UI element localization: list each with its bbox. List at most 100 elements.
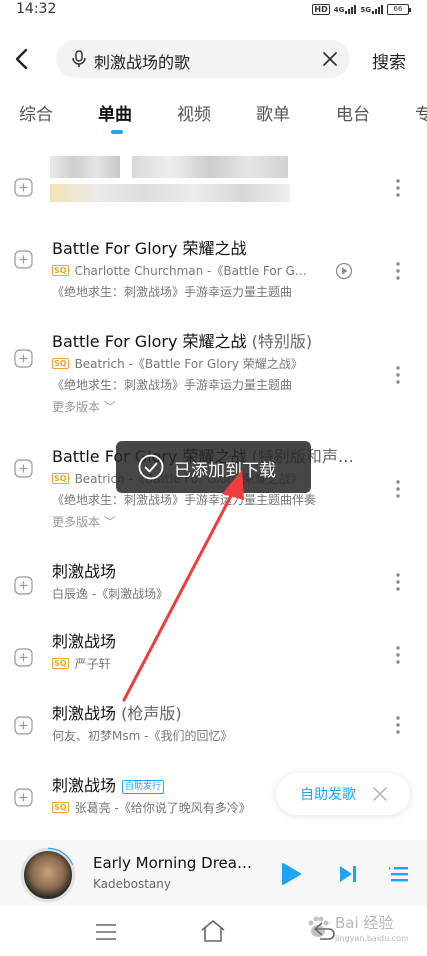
player-track-title: Early Morning Drea… [93,854,252,872]
list-item-blurred[interactable] [0,150,427,230]
tab-songs[interactable]: 单曲 [98,100,132,125]
back-icon[interactable] [312,920,336,942]
menu-icon[interactable] [94,922,118,942]
sq-badge: SQ [52,358,69,369]
tab-albums[interactable]: 专 [415,100,427,125]
song-subtitle: 《绝地求生：刺激战场》手游幸运力量主题曲伴奏 [52,493,317,507]
signal-5g-label: 5G [360,6,371,14]
download-toast: 已添加到下载 [116,441,311,493]
more-options-icon[interactable] [390,645,406,665]
back-arrow-icon[interactable] [10,46,36,72]
song-title: Battle For Glory 荣耀之战 (特别版) [52,328,312,352]
song-artist-album: 张葛亮 -《给你说了晚风有多冷》 [74,801,251,815]
song-artist-album: 严子轩 [74,657,111,671]
song-row[interactable]: Battle For Glory 荣耀之战 (特别版) SQ Beatrich … [0,325,427,435]
video-play-icon[interactable] [335,262,353,280]
search-input[interactable]: 刺激战场的歌 [94,49,314,73]
song-meta: SQ 张葛亮 -《给你说了晚风有多冷》 [52,799,251,816]
toast-message: 已添加到下载 [174,461,276,481]
search-box[interactable]: 刺激战场的歌 [56,40,350,78]
more-options-icon[interactable] [390,572,406,592]
battery-icon: 66 [387,4,411,15]
more-versions-link[interactable]: 更多版本 ﹀ [52,398,116,415]
song-subtitle: 《绝地求生：刺激战场》手游幸运力量主题曲 [52,378,293,392]
song-artist-album: Beatrich -《Battle For Glory 荣耀之战》 [74,357,303,371]
tab-videos[interactable]: 视频 [177,100,211,125]
song-artist-album: 何友、初梦Msm -《我们的回忆》 [52,729,233,743]
album-art[interactable] [22,849,74,901]
add-icon[interactable] [14,250,33,269]
system-nav-bar [0,906,427,956]
song-row[interactable]: 刺激战场 SQ 严子轩 [0,628,427,696]
sq-badge: SQ [52,802,69,813]
tab-comprehensive[interactable]: 综合 [19,100,53,125]
more-options-icon[interactable] [390,261,406,281]
add-icon[interactable] [14,788,33,807]
tab-playlists[interactable]: 歌单 [256,100,290,125]
search-header: 刺激战场的歌 搜索 [0,38,427,80]
more-options-icon[interactable] [390,365,406,385]
song-title-main: Battle For Glory 荣耀之战 [52,332,247,351]
status-bar: 14:32 HD 4G 5G 66 [0,0,427,22]
signal-5g-icon: 5G [360,5,383,14]
song-title: Battle For Glory 荣耀之战 [52,239,247,258]
chevron-down-icon: ﹀ [103,515,116,529]
more-versions-link[interactable]: 更多版本 ﹀ [52,513,116,530]
more-options-icon[interactable] [390,479,406,499]
search-button[interactable]: 搜索 [372,48,406,73]
active-tab-indicator [111,130,123,134]
result-tabs: 综合 单曲 视频 歌单 电台 专 [0,100,427,134]
song-row[interactable]: 刺激战场 白辰逸 -《刺激战场》 [0,555,427,623]
song-meta: 白辰逸 -《刺激战场》 [52,585,168,602]
more-options-icon[interactable] [390,715,406,735]
add-icon[interactable] [14,178,33,197]
song-artist-album: 白辰逸 -《刺激战场》 [52,587,169,601]
close-icon[interactable] [372,786,388,802]
blurred-title-2 [132,156,288,178]
chevron-down-icon: ﹀ [103,400,116,414]
song-meta: SQ Beatrich -《Battle For Glory 荣耀之战》 [52,355,303,372]
add-icon[interactable] [14,349,33,368]
song-title: 刺激战场 [52,632,117,651]
song-meta: SQ 严子轩 [52,655,111,672]
sq-badge: SQ [52,658,69,669]
next-track-icon[interactable] [337,863,359,885]
song-title-main: 刺激战场 [52,704,117,723]
more-versions-label: 更多版本 [52,515,101,529]
check-circle-icon [138,454,164,480]
add-icon[interactable] [14,459,33,478]
player-artist: Kadebostany [93,877,171,891]
add-icon[interactable] [14,648,33,667]
hd-icon: HD [312,4,330,15]
clear-icon[interactable] [322,51,338,67]
song-title: 刺激战场 (枪声版) [52,700,182,724]
song-meta: SQ Charlotte Churchman -《Battle For G… [52,262,307,279]
sq-badge: SQ [52,473,69,484]
more-options-icon[interactable] [390,178,406,198]
playlist-queue-icon[interactable] [387,863,409,885]
tab-radio[interactable]: 电台 [336,100,370,125]
play-icon[interactable] [280,862,302,886]
song-title-suffix: (特别版) [246,332,313,351]
more-versions-label: 更多版本 [52,400,101,414]
sq-badge: SQ [52,265,69,276]
self-publish-button[interactable]: 自助发歌 [300,784,356,804]
add-icon[interactable] [14,716,33,735]
status-icons: HD 4G 5G 66 [312,4,411,15]
blurred-meta [50,184,290,202]
microphone-icon[interactable] [69,49,89,69]
song-title: 刺激战场 [52,562,117,581]
mini-player[interactable]: Early Morning Drea… Kadebostany [0,840,427,906]
add-icon[interactable] [14,576,33,595]
song-title: 刺激战场 自助发行 [52,772,165,796]
status-time: 14:32 [16,1,57,17]
signal-4g-icon: 4G [334,5,357,14]
song-title-suffix: (枪声版) [116,704,182,723]
home-icon[interactable] [199,918,227,944]
song-row[interactable]: Battle For Glory 荣耀之战 SQ Charlotte Churc… [0,230,427,320]
song-subtitle: 《绝地求生：刺激战场》手游幸运力量主题曲 [52,285,293,299]
song-row[interactable]: 刺激战场 (枪声版) 何友、初梦Msm -《我们的回忆》 [0,698,427,766]
self-publish-pill: 自助发歌 [276,773,410,815]
song-artist-album: Charlotte Churchman -《Battle For G… [74,264,307,278]
song-meta: 何友、初梦Msm -《我们的回忆》 [52,727,232,744]
